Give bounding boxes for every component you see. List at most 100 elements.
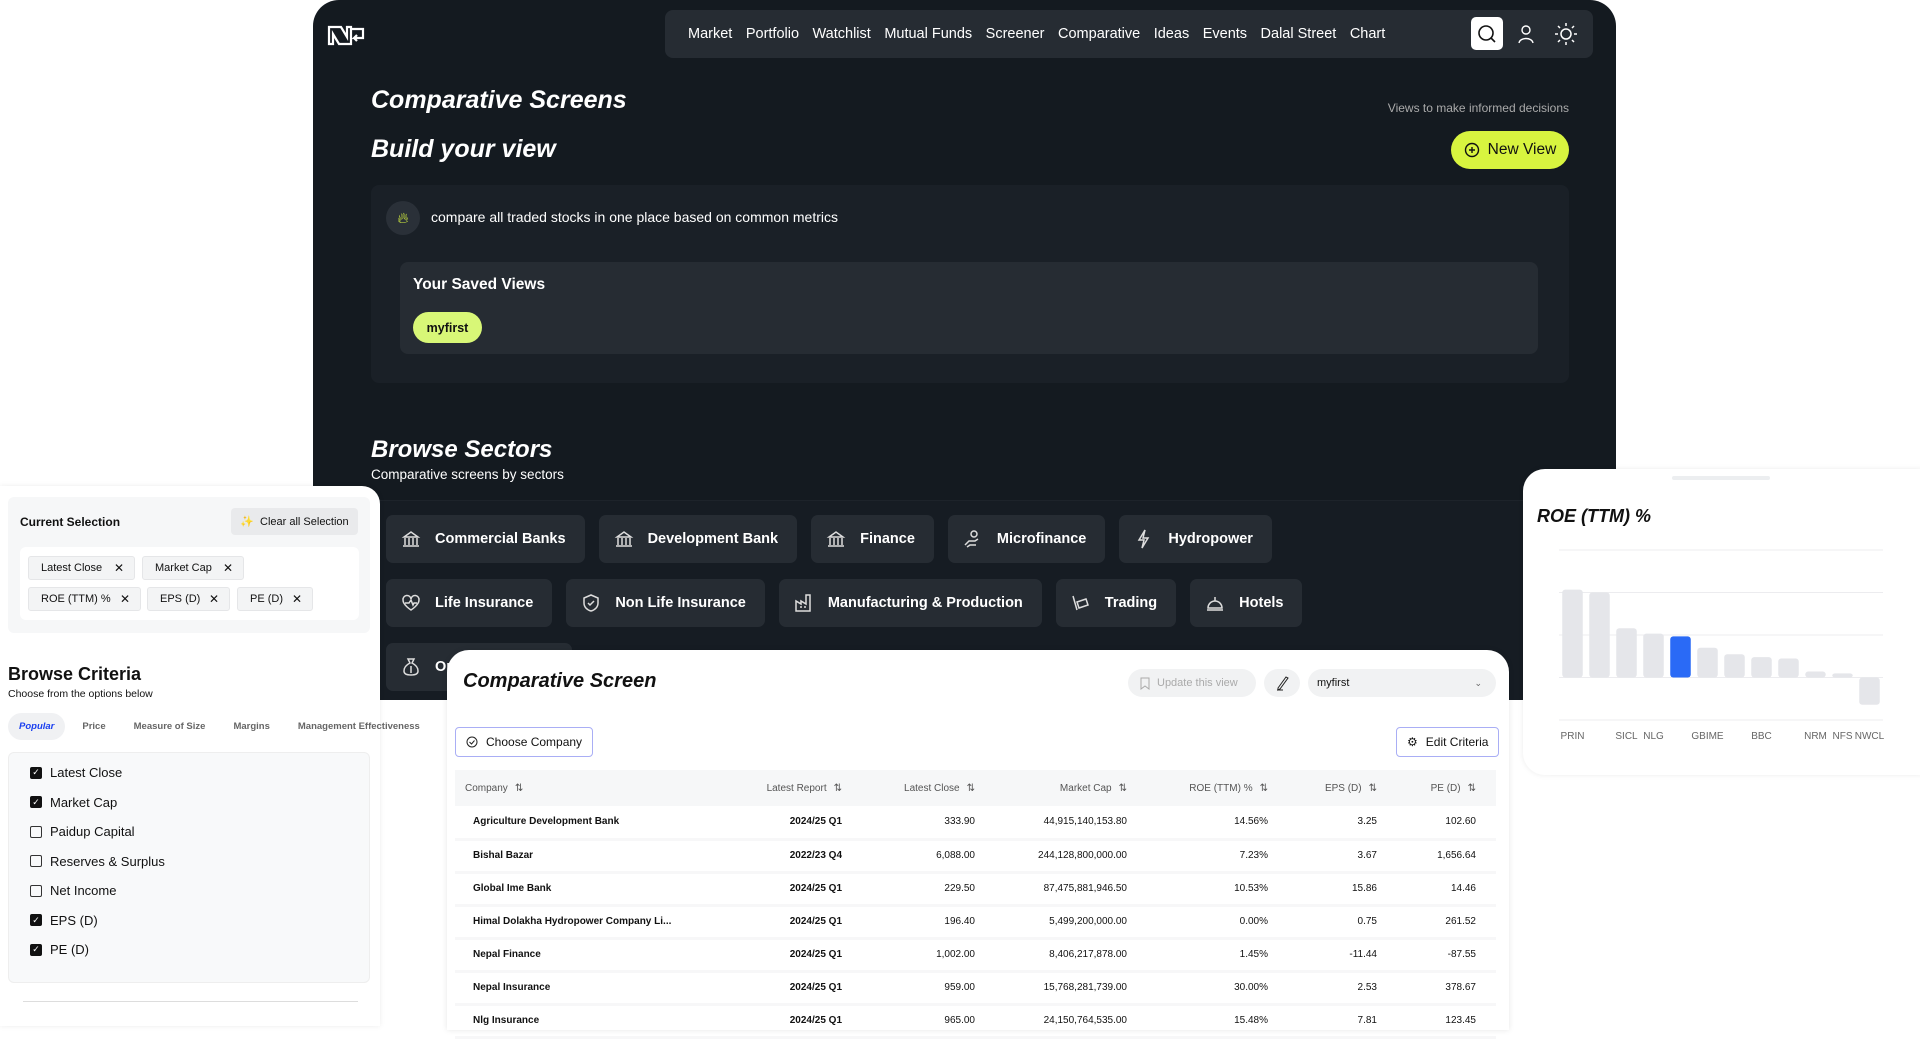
column-header[interactable]: Company⇅ (455, 770, 745, 806)
bar-bar9[interactable] (1778, 659, 1799, 678)
nav-ideas[interactable]: Ideas (1154, 26, 1189, 42)
bar-bar7[interactable] (1724, 654, 1745, 677)
nav-market[interactable]: Market (688, 26, 732, 42)
remove-chip-icon[interactable]: ✕ (120, 592, 130, 606)
sort-icon[interactable]: ⇅ (1119, 783, 1127, 794)
column-header[interactable]: Latest Close⇅ (848, 770, 981, 806)
checkbox[interactable]: ✓ (30, 767, 42, 779)
sector-trading[interactable]: Trading (1056, 579, 1176, 627)
sector-commercial-banks[interactable]: Commercial Banks (386, 515, 585, 563)
nav-screener[interactable]: Screener (986, 26, 1045, 42)
cell-latest-report: 2024/25 Q1 (745, 971, 848, 1004)
table-row[interactable]: Agriculture Development Bank2024/25 Q133… (455, 806, 1496, 839)
checkbox[interactable]: ✓ (30, 944, 42, 956)
tab-margins[interactable]: Margins (222, 713, 280, 740)
user-button[interactable] (1514, 20, 1538, 48)
cell-eps-d: 3.25 (1274, 806, 1383, 839)
sort-icon[interactable]: ⇅ (515, 783, 523, 794)
bar-bar5[interactable] (1670, 636, 1691, 677)
cell-latest-close: 333.90 (848, 806, 981, 839)
criteria-option[interactable]: Reserves & Surplus (30, 854, 165, 869)
criteria-option[interactable]: ✓PE (D) (30, 942, 89, 957)
nav-portfolio[interactable]: Portfolio (746, 26, 799, 42)
criteria-option[interactable]: Paidup Capital (30, 824, 135, 839)
table-row[interactable]: Global Ime Bank2024/25 Q1229.5087,475,88… (455, 872, 1496, 905)
remove-chip-icon[interactable]: ✕ (114, 561, 124, 575)
sort-icon[interactable]: ⇅ (967, 783, 975, 794)
table-row[interactable]: Nepal Insurance2024/25 Q1959.0015,768,28… (455, 971, 1496, 1004)
sort-icon[interactable]: ⇅ (834, 783, 842, 794)
edit-view-button[interactable] (1264, 669, 1300, 697)
view-select[interactable]: myfirst⌄ (1308, 669, 1496, 697)
tagline: Views to make informed decisions (1388, 101, 1569, 115)
sector-non-life-insurance[interactable]: Non Life Insurance (566, 579, 765, 627)
criteria-option[interactable]: ✓Latest Close (30, 765, 122, 780)
column-header[interactable]: EPS (D)⇅ (1274, 770, 1383, 806)
table-row[interactable]: Himal Dolakha Hydropower Company Li...20… (455, 905, 1496, 938)
criteria-option[interactable]: Net Income (30, 883, 116, 898)
table-row[interactable]: Nepal Finance2024/25 Q11,002.008,406,217… (455, 938, 1496, 971)
sector-life-insurance[interactable]: Life Insurance (386, 579, 552, 627)
logo[interactable] (327, 24, 367, 52)
choose-company-button[interactable]: Choose Company (455, 727, 593, 757)
remove-chip-icon[interactable]: ✕ (209, 592, 219, 606)
tab-popular[interactable]: Popular (8, 713, 65, 740)
option-label: EPS (D) (50, 913, 98, 928)
theme-toggle[interactable] (1552, 20, 1580, 48)
sector-finance[interactable]: Finance (811, 515, 934, 563)
sector-manufacturing-production[interactable]: Manufacturing & Production (779, 579, 1042, 627)
checkbox[interactable]: ✓ (30, 796, 42, 808)
sector-hydropower[interactable]: Hydropower (1119, 515, 1272, 563)
tab-management-effectiveness[interactable]: Management Effectiveness (287, 713, 431, 740)
tab-price[interactable]: Price (71, 713, 116, 740)
column-header[interactable]: Market Cap⇅ (981, 770, 1133, 806)
column-header[interactable]: PE (D)⇅ (1383, 770, 1496, 806)
nav-mutual-funds[interactable]: Mutual Funds (884, 26, 972, 42)
sort-icon[interactable]: ⇅ (1369, 783, 1377, 794)
cell-pe-d: 378.67 (1383, 971, 1496, 1004)
column-header[interactable]: ROE (TTM) %⇅ (1133, 770, 1274, 806)
criteria-option[interactable]: ✓ EPS (D) (30, 913, 98, 928)
trolley-icon (1071, 593, 1091, 613)
checkbox[interactable]: ✓ (30, 914, 42, 926)
sort-icon[interactable]: ⇅ (1260, 783, 1268, 794)
sector-microfinance[interactable]: Microfinance (948, 515, 1105, 563)
remove-chip-icon[interactable]: ✕ (223, 561, 233, 575)
column-header[interactable]: Latest Report⇅ (745, 770, 848, 806)
bar-nwcl[interactable] (1859, 678, 1880, 705)
sort-icon[interactable]: ⇅ (1468, 783, 1476, 794)
option-label: Market Cap (50, 795, 117, 810)
criteria-option[interactable]: ✓ Market Cap (30, 795, 117, 810)
bar-sicl[interactable] (1616, 628, 1637, 677)
bar-bbc[interactable] (1751, 657, 1772, 677)
table-row[interactable]: Nlg Insurance2024/25 Q1965.0024,150,764,… (455, 1004, 1496, 1037)
bar-nlg[interactable] (1643, 634, 1664, 678)
checkbox[interactable] (30, 855, 42, 867)
sector-development-bank[interactable]: Development Bank (599, 515, 798, 563)
tab-measure-of-size[interactable]: Measure of Size (123, 713, 217, 740)
table-row[interactable]: Bishal Bazar2022/23 Q46,088.00244,128,80… (455, 839, 1496, 872)
checkbox[interactable] (30, 885, 42, 897)
remove-chip-icon[interactable]: ✕ (292, 592, 302, 606)
checkbox[interactable] (30, 826, 42, 838)
nav-chart[interactable]: Chart (1350, 26, 1385, 42)
clear-selection-button[interactable]: ✨Clear all Selection (231, 508, 358, 535)
nav-dalal-street[interactable]: Dalal Street (1261, 26, 1337, 42)
nav-comparative[interactable]: Comparative (1058, 26, 1140, 42)
shield-check-icon (581, 593, 601, 613)
bar-nrm[interactable] (1805, 672, 1826, 678)
nav-watchlist[interactable]: Watchlist (813, 26, 871, 42)
search-button[interactable] (1471, 17, 1503, 50)
choose-company-label: Choose Company (486, 735, 582, 749)
nav-events[interactable]: Events (1203, 26, 1247, 42)
bar-bar2[interactable] (1589, 593, 1610, 678)
cell-market-cap: 5,499,200,000.00 (981, 905, 1133, 938)
new-view-button[interactable]: New View (1451, 131, 1569, 169)
bar-prin[interactable] (1562, 590, 1583, 678)
sector-hotels[interactable]: Hotels (1190, 579, 1302, 627)
bar-gbime[interactable] (1697, 648, 1718, 678)
bar-nfs[interactable] (1832, 673, 1853, 677)
update-view-button[interactable]: Update this view (1128, 669, 1256, 697)
edit-criteria-button[interactable]: ⚙Edit Criteria (1396, 727, 1499, 757)
saved-view-myfirst[interactable]: myfirst (413, 312, 482, 343)
